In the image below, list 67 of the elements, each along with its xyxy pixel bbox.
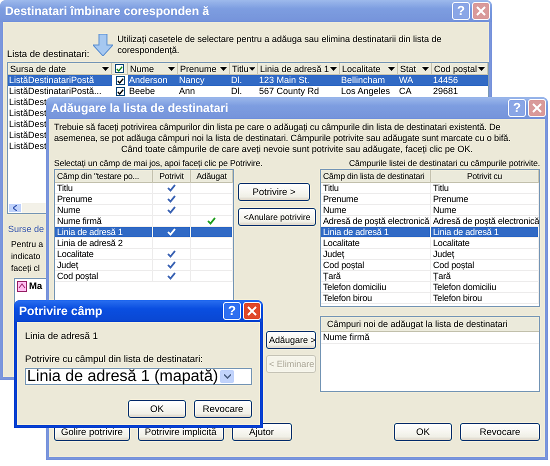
matched-field: Țară: [433, 271, 451, 281]
table-cell: Beebe: [129, 86, 156, 96]
field-name: Nume: [57, 205, 80, 215]
window-title: Adăugare la lista de destinatari: [51, 101, 230, 115]
field-name: Linia de adresă 1: [323, 227, 389, 237]
matched-field: Telefon domiciliu: [433, 282, 496, 292]
field-name: Județ: [57, 260, 78, 270]
table-cell: 29681: [433, 86, 458, 96]
table-cell: ListăDest: [9, 97, 47, 107]
field-name: Prenume: [57, 194, 92, 204]
field-name: Cod poștal: [323, 260, 364, 270]
field-name: Telefon domiciliu: [323, 282, 386, 292]
field-name: Linia de adresă 1: [57, 227, 123, 237]
window-title: Destinatari îmbinare coresponden ă: [5, 4, 210, 18]
hint-text: Utilizați casetele de selectare pentru a adăuga sau elimina destinatarii din lista de corespondență.: [117, 34, 443, 56]
matched-field: Linia de adresă 1: [433, 227, 499, 237]
table-cell: ListăDest: [9, 141, 47, 151]
field-name: Titlu: [323, 183, 339, 193]
matched-field: Nume: [433, 205, 456, 215]
field-name: Localitate: [57, 249, 94, 259]
field-name: Titlu: [57, 183, 73, 193]
field-name: Linia de adresă 2: [57, 238, 123, 248]
matched-field: Titlu: [433, 183, 449, 193]
matched-field: Cod poștal: [433, 260, 474, 270]
field-name: Adresă de poștă electronică: [323, 216, 430, 226]
table-cell: 567 County Rd: [259, 86, 320, 96]
table-cell: ListăDest: [9, 130, 47, 140]
table-cell: Nancy: [179, 75, 205, 85]
field-name: Țară: [323, 271, 341, 281]
table-cell: ListăDest: [9, 119, 47, 129]
table-cell: Dl.: [231, 75, 242, 85]
field-name: Cod poștal: [57, 271, 98, 281]
field-name: Nume firmă: [57, 216, 102, 226]
matched-field: Adresă de poștă electronică: [433, 216, 539, 226]
table-cell: Bellincham: [341, 75, 386, 85]
field-name: Nume: [323, 205, 346, 215]
instruction-text: Pentru a: [11, 238, 44, 250]
field-name: Localitate: [323, 238, 360, 248]
field-name: Telefon birou: [323, 293, 372, 303]
matched-field: Prenume: [433, 194, 468, 204]
table-cell: CA: [399, 86, 412, 96]
source-label: Selectați un câmp de mai jos, apoi faceți clic pe Potrivire.: [54, 158, 262, 169]
field-name: Linia de adresă 1: [25, 331, 99, 342]
target-label: Câmpurile listei de destinatari cu câmpurile potrivite.: [348, 158, 540, 169]
table-cell: Los Angeles: [341, 86, 390, 96]
table-cell: 14456: [433, 75, 458, 85]
table-cell: 123 Main St.: [259, 75, 310, 85]
table-cell: Dl.: [231, 86, 242, 96]
instruction-text: Când toate câmpurile de care aveți nevoie sunt potrivite sau adăugate, faceți clic pe OK.: [120, 144, 474, 155]
matched-field: Localitate: [433, 238, 470, 248]
select-label: Potrivire cu câmpul din lista de destinatari:: [25, 354, 204, 365]
table-cell: ListăDestinatariPostă: [9, 75, 94, 85]
table-cell: WA: [399, 75, 414, 85]
table-cell: ListăDestinatariPostă...: [9, 86, 102, 96]
field-name: Prenume: [323, 194, 358, 204]
instruction-text: indicato: [11, 250, 40, 262]
intro-text: Trebuie să faceți potrivirea câmpurilor din lista pe care o adăugați cu câmpurile din lista de destinatari existentă. De asemenea, se pot adăuga câmpuri noi la lista de destinatari. Câmpurile potrivite sau adăugate sunt marcate cu o bifă.: [54, 122, 512, 144]
list-label: Lista de destinatari:: [7, 49, 90, 60]
field-name: Județ: [323, 249, 344, 259]
window-title: Potrivire câmp: [19, 304, 104, 318]
table-cell: ListăDest: [9, 108, 47, 118]
matched-field: Județ: [433, 249, 454, 259]
table-cell: Ann: [179, 86, 196, 96]
list-header: Câmpuri noi de adăugat la lista de destinatari: [321, 317, 539, 332]
matched-field: Telefon birou: [433, 293, 482, 303]
instruction-text: faceți cl: [11, 262, 40, 274]
table-cell: Anderson: [129, 75, 168, 85]
